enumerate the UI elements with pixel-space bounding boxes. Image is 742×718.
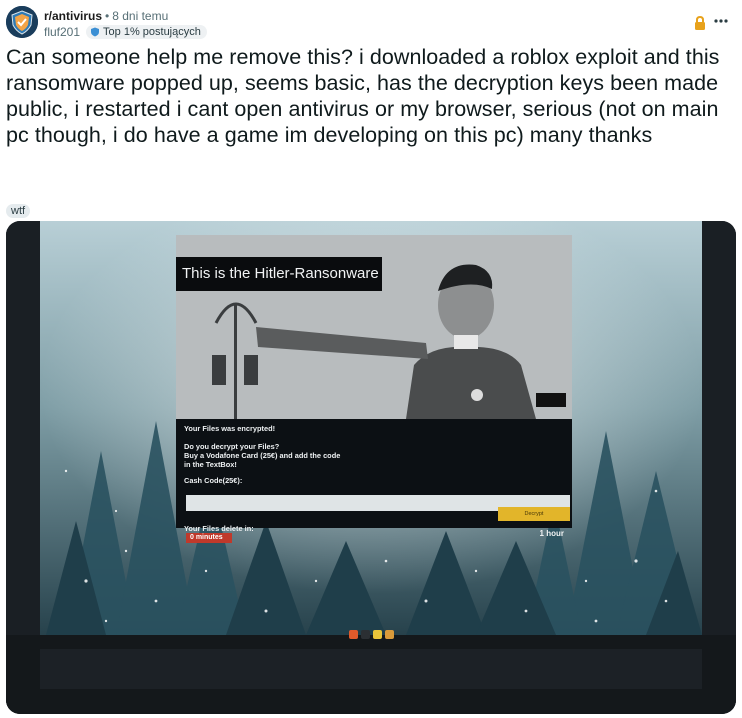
more-options-icon[interactable] bbox=[710, 10, 732, 32]
author-name[interactable]: fluf201 bbox=[44, 25, 80, 39]
post-time: 8 dni temu bbox=[112, 9, 169, 23]
app-icon bbox=[385, 630, 394, 639]
subreddit-name[interactable]: r/antivirus bbox=[44, 9, 102, 23]
post-image[interactable]: This is the Hitler-Ransonware Your Files… bbox=[6, 221, 736, 714]
app-icon bbox=[349, 630, 358, 639]
author-badge: Top 1% postujących bbox=[86, 25, 207, 39]
shield-icon bbox=[91, 27, 100, 37]
post-meta-line: r/antivirus • 8 dni temu bbox=[44, 9, 168, 23]
timer-hour: 1 hour bbox=[539, 529, 564, 538]
ransomware-title: This is the Hitler-Ransonware bbox=[176, 257, 382, 291]
post-title[interactable]: Can someone help me remove this? i downl… bbox=[6, 44, 734, 148]
lock-icon bbox=[695, 16, 705, 30]
author-badge-label: Top 1% postujących bbox=[103, 26, 201, 38]
timer-minutes: 0 minutes bbox=[186, 533, 232, 543]
subreddit-avatar[interactable] bbox=[6, 6, 38, 38]
encrypted-message: Your Files was encrypted! bbox=[184, 424, 276, 433]
author-line: fluf201 Top 1% postujących bbox=[44, 25, 207, 39]
instructions-line-2: in the TextBox! bbox=[184, 460, 237, 469]
cash-code-label: Cash Code(25€): bbox=[184, 476, 243, 485]
app-icon bbox=[361, 630, 370, 639]
meta-separator: • bbox=[105, 9, 110, 23]
folder-icon bbox=[373, 630, 382, 639]
post-flair[interactable]: wtf bbox=[6, 204, 31, 218]
ransomware-window: This is the Hitler-Ransonware Your Files… bbox=[176, 235, 572, 543]
desktop-taskbar bbox=[349, 630, 394, 639]
post-header: r/antivirus • 8 dni temu fluf201 Top 1% po… bbox=[6, 6, 736, 40]
decrypt-button[interactable]: Decrypt bbox=[498, 507, 570, 521]
